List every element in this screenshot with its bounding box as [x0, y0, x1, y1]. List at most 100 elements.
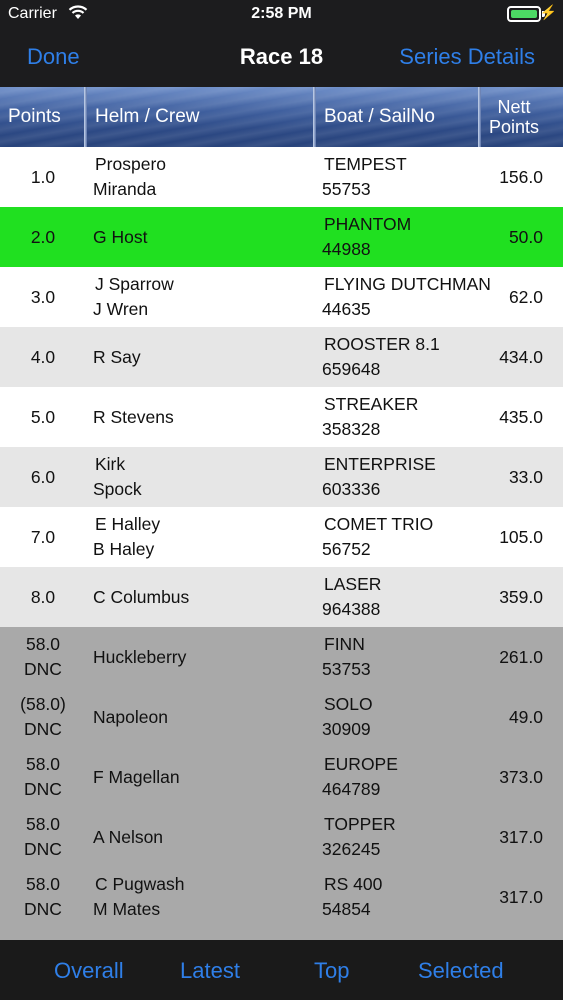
boat-class: TOPPER — [324, 814, 396, 834]
table-row[interactable]: 8.0 C Columbus LASER 964388 359.0 — [0, 567, 563, 627]
nett-points-cell: 434.0 — [499, 327, 543, 387]
nett-label-line2: Points — [488, 117, 540, 137]
boat-class: FLYING DUTCHMAN — [324, 274, 491, 294]
helm-name: Kirk — [95, 454, 126, 474]
boat-class: STREAKER — [324, 394, 419, 414]
helm-name: J Sparrow — [95, 274, 174, 294]
boat-sailno-cell: PHANTOM 44988 — [322, 207, 411, 267]
points-value: 58.0 — [25, 874, 61, 894]
sail-number: 55753 — [322, 179, 371, 199]
boat-sailno-cell: FLYING DUTCHMAN 44635 — [322, 267, 491, 327]
navigation-bar: Done Race 18 Series Details — [0, 28, 563, 87]
boat-class: SOLO — [324, 694, 373, 714]
helm-name: R Say — [93, 346, 141, 367]
table-row[interactable]: 4.0 R Say ROOSTER 8.1 659648 434.0 — [0, 327, 563, 387]
nett-points-value: 317.0 — [499, 826, 543, 847]
table-row[interactable]: 1.0 Prospero Miranda TEMPEST 55753 156.0 — [0, 147, 563, 207]
points-cell: 7.0 — [0, 507, 86, 567]
crew-name: J Wren — [93, 299, 149, 319]
helm-name: R Stevens — [93, 406, 174, 427]
nett-label-line1: Nett — [497, 97, 531, 117]
table-row[interactable]: 58.0 DNC A Nelson TOPPER 326245 317.0 — [0, 807, 563, 867]
nett-points-cell: 373.0 — [499, 747, 543, 807]
nett-points-cell: 156.0 — [499, 147, 543, 207]
helm-crew-cell: J Sparrow J Wren — [93, 267, 174, 327]
results-table[interactable]: 1.0 Prospero Miranda TEMPEST 55753 156.0 2.0 G … — [0, 147, 563, 940]
sail-number: 53753 — [322, 659, 371, 679]
column-divider — [84, 87, 87, 147]
nett-points-value: 33.0 — [508, 466, 543, 487]
helm-crew-cell: Prospero Miranda — [93, 147, 166, 207]
column-boat-sailno[interactable]: Boat / SailNo — [324, 87, 435, 147]
table-row[interactable]: 2.0 G Host PHANTOM 44988 50.0 — [0, 207, 563, 267]
helm-crew-cell: F Magellan — [93, 747, 180, 807]
series-details-button[interactable]: Series Details — [399, 44, 535, 70]
boat-sailno-cell: ROOSTER 8.1 659648 — [322, 327, 440, 387]
points-cell: 4.0 — [0, 327, 86, 387]
table-row[interactable]: 6.0 Kirk Spock ENTERPRISE 603336 33.0 — [0, 447, 563, 507]
nett-points-cell: 261.0 — [499, 627, 543, 687]
points-code: DNC — [24, 659, 62, 679]
table-row[interactable]: 7.0 E Halley B Haley COMET TRIO 56752 105.0 — [0, 507, 563, 567]
table-row[interactable]: 58.0 DNC F Magellan EUROPE 464789 373.0 — [0, 747, 563, 807]
table-row[interactable]: 58.0 RS 600 — [0, 927, 563, 940]
points-value: 5.0 — [30, 406, 56, 427]
table-row[interactable]: 58.0 DNC Huckleberry FINN 53753 261.0 — [0, 627, 563, 687]
table-row[interactable]: 3.0 J Sparrow J Wren FLYING DUTCHMAN 44635 62… — [0, 267, 563, 327]
boat-sailno-cell: EUROPE 464789 — [322, 747, 398, 807]
column-header: Points Helm / Crew Boat / SailNo Nett Po… — [0, 87, 563, 147]
points-value: 2.0 — [30, 226, 56, 247]
helm-crew-cell: Kirk Spock — [93, 447, 142, 507]
helm-name: F Magellan — [93, 766, 180, 787]
points-code: DNC — [24, 719, 62, 739]
table-row[interactable]: (58.0) DNC Napoleon SOLO 30909 49.0 — [0, 687, 563, 747]
column-nett-points[interactable]: Nett Points — [486, 87, 542, 147]
nett-points-value: 359.0 — [499, 586, 543, 607]
points-value: (58.0) — [20, 694, 66, 714]
boat-class: LASER — [324, 574, 382, 594]
points-value: 4.0 — [30, 346, 56, 367]
points-code: DNC — [24, 839, 62, 859]
nett-points-value: 434.0 — [499, 346, 543, 367]
helm-name: G Host — [93, 226, 148, 247]
helm-crew-cell: R Say — [93, 327, 141, 387]
nett-points-value: 105.0 — [499, 526, 543, 547]
nett-points-cell: 62.0 — [509, 267, 543, 327]
boat-sailno-cell: TOPPER 326245 — [322, 807, 396, 867]
points-value: 6.0 — [30, 466, 56, 487]
points-cell: 58.0 DNC — [0, 867, 86, 927]
sail-number: 659648 — [322, 359, 381, 379]
boat-sailno-cell: FINN 53753 — [322, 627, 371, 687]
top-button[interactable]: Top — [314, 958, 349, 984]
sail-number: 964388 — [322, 599, 381, 619]
column-helm-crew[interactable]: Helm / Crew — [95, 87, 200, 147]
nett-points-cell: 435.0 — [499, 387, 543, 447]
latest-button[interactable]: Latest — [180, 958, 240, 984]
crew-name: M Mates — [93, 899, 161, 919]
nett-points-value: 261.0 — [499, 646, 543, 667]
nett-points-cell: 50.0 — [509, 207, 543, 267]
points-cell: 58.0 DNC — [0, 627, 86, 687]
points-value: 8.0 — [30, 586, 56, 607]
points-cell: 2.0 — [0, 207, 86, 267]
boat-sailno-cell: RS 400 54854 — [322, 867, 382, 927]
helm-crew-cell: A Nelson — [93, 807, 163, 867]
boat-sailno-cell: RS 600 — [322, 927, 382, 940]
table-row[interactable]: 5.0 R Stevens STREAKER 358328 435.0 — [0, 387, 563, 447]
overall-button[interactable]: Overall — [54, 958, 124, 984]
crew-name: Miranda — [93, 179, 157, 199]
boat-class: PHANTOM — [324, 214, 412, 234]
table-row[interactable]: 58.0 DNC C Pugwash M Mates RS 400 54854 317.0 — [0, 867, 563, 927]
boat-class: COMET TRIO — [324, 514, 434, 534]
points-value: 1.0 — [30, 166, 56, 187]
nett-points-cell: 33.0 — [509, 447, 543, 507]
boat-sailno-cell: TEMPEST 55753 — [322, 147, 407, 207]
boat-class: EUROPE — [324, 754, 398, 774]
boat-sailno-cell: ENTERPRISE 603336 — [322, 447, 436, 507]
helm-crew-cell: C Columbus — [93, 567, 189, 627]
bottom-toolbar: Overall Latest Top Selected — [0, 940, 563, 1000]
helm-name: C Columbus — [93, 586, 190, 607]
selected-button[interactable]: Selected — [418, 958, 504, 984]
column-points[interactable]: Points — [8, 87, 61, 147]
points-value: 58.0 — [25, 754, 61, 774]
